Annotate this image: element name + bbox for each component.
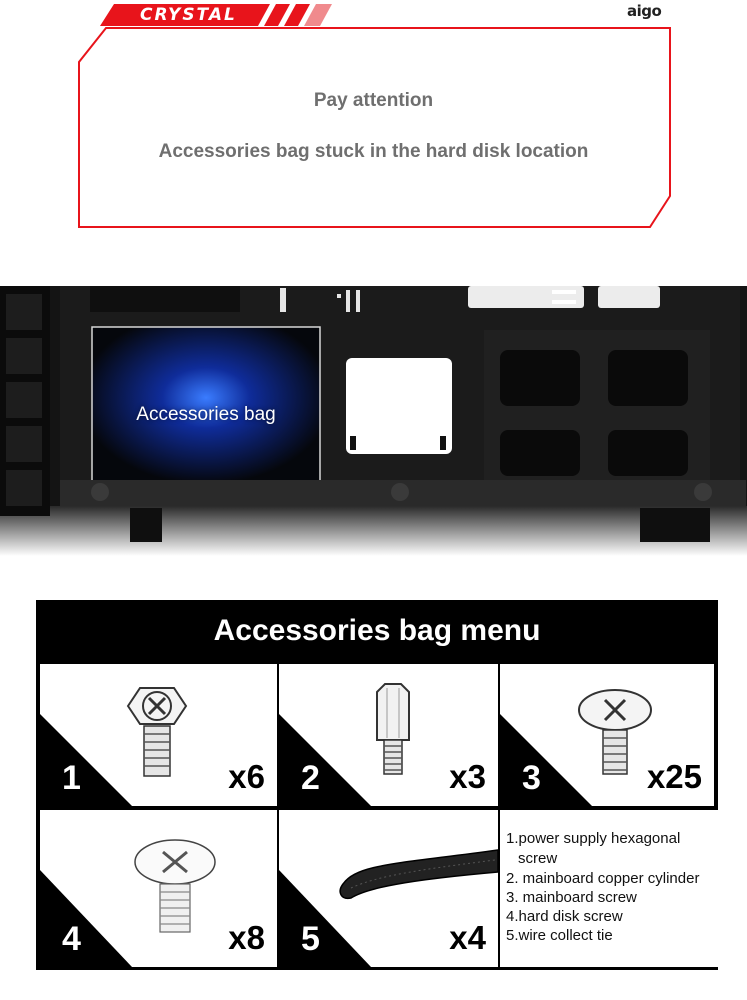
legend-line-1-cont: screw: [518, 850, 558, 867]
item-number: 3: [522, 759, 541, 797]
accessories-bag-label: Accessories bag: [136, 404, 276, 425]
accessory-cell-3: 3 x25: [500, 664, 714, 806]
item-number: 5: [301, 920, 320, 958]
aigo-logo: aigo: [627, 2, 662, 20]
brand-tag-text: CRYSTAL: [140, 5, 237, 25]
accessory-cell-4: 4 x8: [40, 810, 277, 967]
legend-line-1: 1.power supply hexagonal: [506, 830, 681, 847]
item-number: 2: [301, 759, 320, 797]
menu-title: Accessories bag menu: [213, 614, 541, 647]
notice-title: Pay attention: [313, 90, 434, 111]
accessory-cell-5: 5 x4: [279, 810, 498, 967]
item-quantity: x3: [449, 758, 486, 795]
item-number: 4: [62, 920, 81, 958]
item-number: 1: [62, 759, 81, 797]
cable-tie-icon: [339, 849, 498, 900]
copper-cylinder-icon: [376, 683, 410, 775]
mainboard-screw-icon: [578, 689, 652, 775]
accessory-cell-1: 1 x6: [40, 664, 277, 806]
item-quantity: x25: [646, 758, 702, 795]
item-quantity: x4: [449, 919, 486, 956]
hex-screw-icon: [126, 687, 188, 777]
legend-line-5: 5.wire collect tie: [506, 927, 613, 944]
item-quantity: x8: [228, 919, 265, 956]
notice-frame: [78, 27, 671, 228]
accessory-cell-2: 2 x3: [279, 664, 498, 806]
accessories-menu-table: Accessories bag menu 1 x6 2 x3 3 x25 4 x…: [36, 600, 718, 970]
legend-line-2: 2. mainboard copper cylinder: [506, 870, 700, 887]
hard-disk-screw-icon: [134, 839, 216, 933]
legend-line-4: 4.hard disk screw: [506, 908, 623, 925]
notice-message: Accessories bag stuck in the hard disk l…: [158, 141, 589, 162]
legend-line-3: 3. mainboard screw: [506, 889, 637, 906]
accessories-legend: 1.power supply hexagonal screw 2. mainbo…: [500, 810, 718, 967]
item-quantity: x6: [228, 758, 265, 795]
